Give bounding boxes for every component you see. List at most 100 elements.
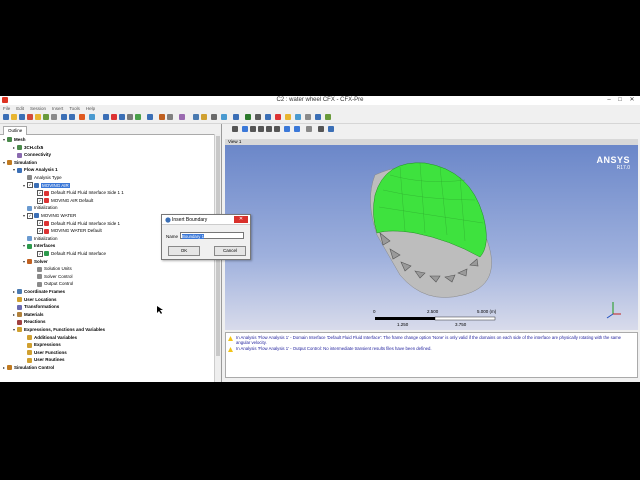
maximize-button[interactable]: □	[615, 96, 625, 105]
axis-icon[interactable]	[318, 126, 324, 132]
tools-icon[interactable]	[285, 114, 291, 120]
minimize-button[interactable]: –	[604, 96, 614, 105]
tree-item[interactable]: Solution Units	[33, 265, 72, 272]
global-init-icon[interactable]	[147, 114, 153, 120]
validate-icon[interactable]	[325, 114, 331, 120]
pan-icon[interactable]	[250, 126, 256, 132]
message-2[interactable]: In Analysis 'Flow Analysis 1' - Output C…	[236, 346, 631, 351]
viewer-options-icon[interactable]	[328, 126, 334, 132]
view-mode-icon[interactable]	[294, 126, 300, 132]
zoom-icon[interactable]	[258, 126, 264, 132]
message-1[interactable]: In Analysis 'Flow Analysis 1' - Domain I…	[236, 335, 631, 345]
coordinate-frame-icon[interactable]	[193, 114, 199, 120]
tab-outline[interactable]: Outline	[3, 126, 28, 135]
tree-item[interactable]: ▾ Mesh	[3, 136, 26, 143]
tree-item[interactable]: ✓ MOVING WATER Default	[33, 227, 102, 234]
tree-item[interactable]: Connectivity	[13, 151, 51, 158]
tree-item[interactable]: ▸ Coordinate Frames	[13, 288, 65, 295]
expression-icon[interactable]	[221, 114, 227, 120]
user-function-icon[interactable]	[245, 114, 251, 120]
subdomain-icon[interactable]	[119, 114, 125, 120]
reaction-icon[interactable]	[211, 114, 217, 120]
boundary-icon[interactable]	[111, 114, 117, 120]
new-case-icon[interactable]	[3, 114, 9, 120]
domain-icon[interactable]	[103, 114, 109, 120]
tree-item[interactable]: ▾ Solver	[23, 258, 48, 265]
open-case-icon[interactable]	[11, 114, 17, 120]
turbo-mode-icon[interactable]	[315, 114, 321, 120]
boundary-name-input[interactable]: Boundary 1	[180, 232, 244, 239]
rotate-icon[interactable]	[242, 126, 248, 132]
visibility-checkbox[interactable]: ✓	[37, 190, 43, 196]
dialog-close-button[interactable]: ✕	[234, 216, 248, 223]
cancel-button[interactable]: Cancel	[214, 246, 246, 256]
user-routine-icon[interactable]	[255, 114, 261, 120]
tree-item[interactable]: User Routines	[23, 356, 65, 363]
additional-variable-icon[interactable]	[233, 114, 239, 120]
mesh-adaption-icon[interactable]	[179, 114, 185, 120]
visibility-checkbox[interactable]: ✓	[37, 250, 43, 257]
tree-item[interactable]: ▾ ✓ MOVING AIR	[23, 182, 70, 189]
cut-icon[interactable]	[43, 114, 49, 120]
visibility-checkbox[interactable]: ✓	[27, 212, 33, 219]
redo-icon[interactable]	[69, 114, 75, 120]
tree-item[interactable]: Reactions	[13, 318, 46, 325]
tree-item[interactable]: ▾ Simulation	[3, 159, 37, 166]
define-run-icon[interactable]	[265, 114, 271, 120]
menu-tools[interactable]: Tools	[66, 105, 83, 112]
edit-icon[interactable]	[89, 114, 95, 120]
domain-interface-icon[interactable]	[135, 114, 141, 120]
select-icon[interactable]	[232, 126, 238, 132]
tree-item[interactable]: ▾ Expressions, Functions and Variables	[13, 326, 105, 333]
menu-insert[interactable]: Insert	[49, 105, 66, 112]
tree-item[interactable]: ▾ Interfaces	[23, 242, 55, 249]
import-mesh-icon[interactable]	[27, 114, 33, 120]
water-wheel-model[interactable]	[225, 145, 638, 330]
save-case-icon[interactable]	[19, 114, 25, 120]
tree-item[interactable]: Expressions	[23, 341, 61, 348]
tree-item[interactable]: Initialization	[23, 204, 58, 211]
material-icon[interactable]	[201, 114, 207, 120]
tree-item[interactable]: ▸ Materials	[13, 311, 44, 318]
quick-setup-icon[interactable]	[305, 114, 311, 120]
menu-edit[interactable]: Edit	[13, 105, 27, 112]
tree-item[interactable]: Solver Control	[33, 273, 73, 280]
visibility-checkbox[interactable]: ✓	[37, 228, 43, 234]
insert-icon[interactable]	[275, 114, 281, 120]
visibility-checkbox[interactable]: ✓	[27, 182, 33, 189]
tree-item[interactable]: User Locations	[13, 296, 57, 303]
close-window-button[interactable]: ✕	[627, 96, 637, 105]
output-control-icon[interactable]	[167, 114, 173, 120]
tree-item[interactable]: ▸ Simulation Control	[3, 364, 54, 371]
tree-item[interactable]: ✓ Default Fluid Fluid Interface	[33, 250, 106, 257]
viewport-layout-icon[interactable]	[306, 126, 312, 132]
close-case-icon[interactable]	[35, 114, 41, 120]
menu-help[interactable]: Help	[83, 105, 98, 112]
solver-control-icon[interactable]	[159, 114, 165, 120]
tree-item[interactable]: Initialization	[23, 235, 58, 242]
tree-item[interactable]: ✓ MOVING AIR Default	[33, 197, 93, 204]
zoom-box-icon[interactable]	[266, 126, 272, 132]
tree-item[interactable]: ✓ Default Fluid Fluid Interface Side 1 1	[33, 189, 124, 196]
ok-button[interactable]: OK	[168, 246, 200, 256]
visibility-checkbox[interactable]: ✓	[37, 220, 43, 227]
tree-item[interactable]: Additional Variables	[23, 334, 77, 341]
command-editor-icon[interactable]	[295, 114, 301, 120]
source-point-icon[interactable]	[127, 114, 133, 120]
copy-icon[interactable]	[51, 114, 57, 120]
zoom-fit-icon[interactable]	[274, 126, 280, 132]
tree-item[interactable]: Analysis Type	[23, 174, 62, 181]
menu-session[interactable]: Session	[27, 105, 49, 112]
tree-item[interactable]: Output Control	[33, 280, 73, 287]
tree-item[interactable]: ▾ ✓ MOVING WATER	[23, 212, 76, 219]
menu-file[interactable]: File	[0, 105, 13, 112]
tree-item[interactable]: ▾ Flow Analysis 1	[13, 166, 58, 173]
tree-item[interactable]: User Functions	[23, 349, 67, 356]
picking-mode-icon[interactable]	[284, 126, 290, 132]
tree-item[interactable]: ✓ Default Fluid Fluid Interface Side 1	[33, 220, 120, 227]
undo-icon[interactable]	[61, 114, 67, 120]
write-solver-file-icon[interactable]	[79, 114, 85, 120]
tree-item[interactable]: ▸ 3CH.cfx5	[13, 144, 43, 151]
visibility-checkbox[interactable]: ✓	[37, 197, 43, 204]
3d-viewport[interactable]: ANSYS R17.0 0 2.500 5.000 (m) 1.250 3.75…	[225, 145, 638, 330]
